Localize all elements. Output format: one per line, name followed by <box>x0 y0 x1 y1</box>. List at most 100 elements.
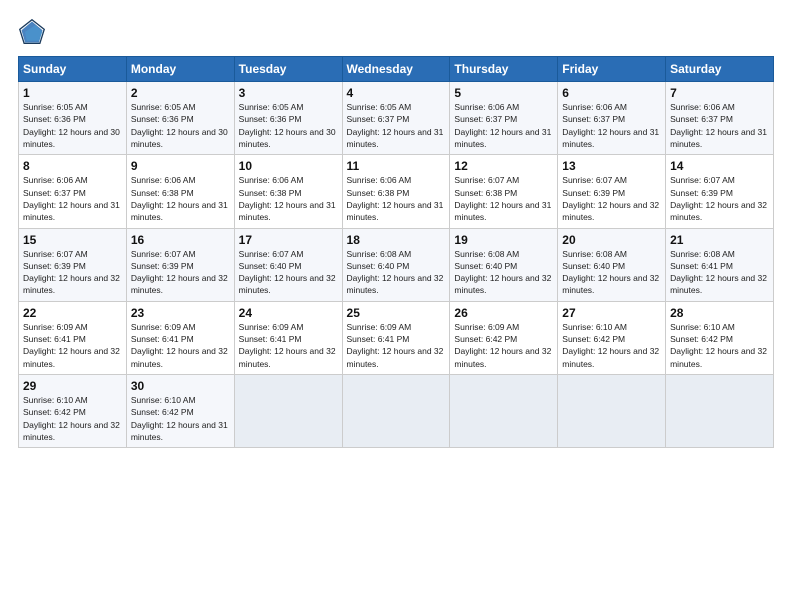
day-info: Sunrise: 6:07 AM Sunset: 6:40 PM Dayligh… <box>239 248 338 297</box>
sunset-label: Sunset: 6:41 PM <box>347 334 410 344</box>
daylight-label: Daylight: 12 hours and 31 minutes. <box>670 127 767 149</box>
calendar-day-cell: 27 Sunrise: 6:10 AM Sunset: 6:42 PM Dayl… <box>558 301 666 374</box>
day-info: Sunrise: 6:09 AM Sunset: 6:41 PM Dayligh… <box>23 321 122 370</box>
sunrise-label: Sunrise: 6:09 AM <box>239 322 304 332</box>
day-number: 23 <box>131 306 230 320</box>
calendar-day-cell: 7 Sunrise: 6:06 AM Sunset: 6:37 PM Dayli… <box>666 82 774 155</box>
calendar-day-cell: 10 Sunrise: 6:06 AM Sunset: 6:38 PM Dayl… <box>234 155 342 228</box>
header-row: SundayMondayTuesdayWednesdayThursdayFrid… <box>19 57 774 82</box>
daylight-label: Daylight: 12 hours and 30 minutes. <box>239 127 336 149</box>
calendar-day-cell: 6 Sunrise: 6:06 AM Sunset: 6:37 PM Dayli… <box>558 82 666 155</box>
day-number: 29 <box>23 379 122 393</box>
daylight-label: Daylight: 12 hours and 32 minutes. <box>23 346 120 368</box>
daylight-label: Daylight: 12 hours and 32 minutes. <box>23 273 120 295</box>
sunrise-label: Sunrise: 6:07 AM <box>670 175 735 185</box>
day-info: Sunrise: 6:06 AM Sunset: 6:38 PM Dayligh… <box>347 174 446 223</box>
day-info: Sunrise: 6:10 AM Sunset: 6:42 PM Dayligh… <box>670 321 769 370</box>
day-of-week-header: Monday <box>126 57 234 82</box>
day-info: Sunrise: 6:06 AM Sunset: 6:37 PM Dayligh… <box>562 101 661 150</box>
day-number: 4 <box>347 86 446 100</box>
day-info: Sunrise: 6:05 AM Sunset: 6:36 PM Dayligh… <box>131 101 230 150</box>
daylight-label: Daylight: 12 hours and 31 minutes. <box>454 200 551 222</box>
day-number: 21 <box>670 233 769 247</box>
day-info: Sunrise: 6:05 AM Sunset: 6:36 PM Dayligh… <box>239 101 338 150</box>
calendar-header: SundayMondayTuesdayWednesdayThursdayFrid… <box>19 57 774 82</box>
calendar-day-cell: 21 Sunrise: 6:08 AM Sunset: 6:41 PM Dayl… <box>666 228 774 301</box>
day-number: 18 <box>347 233 446 247</box>
calendar-day-cell: 4 Sunrise: 6:05 AM Sunset: 6:37 PM Dayli… <box>342 82 450 155</box>
day-number: 3 <box>239 86 338 100</box>
daylight-label: Daylight: 12 hours and 32 minutes. <box>670 200 767 222</box>
sunrise-label: Sunrise: 6:09 AM <box>23 322 88 332</box>
day-info: Sunrise: 6:06 AM Sunset: 6:38 PM Dayligh… <box>239 174 338 223</box>
calendar-day-cell: 20 Sunrise: 6:08 AM Sunset: 6:40 PM Dayl… <box>558 228 666 301</box>
sunset-label: Sunset: 6:36 PM <box>239 114 302 124</box>
day-number: 25 <box>347 306 446 320</box>
sunrise-label: Sunrise: 6:05 AM <box>239 102 304 112</box>
sunrise-label: Sunrise: 6:10 AM <box>562 322 627 332</box>
sunrise-label: Sunrise: 6:07 AM <box>562 175 627 185</box>
day-info: Sunrise: 6:10 AM Sunset: 6:42 PM Dayligh… <box>23 394 122 443</box>
sunset-label: Sunset: 6:36 PM <box>131 114 194 124</box>
calendar-day-cell: 24 Sunrise: 6:09 AM Sunset: 6:41 PM Dayl… <box>234 301 342 374</box>
sunrise-label: Sunrise: 6:09 AM <box>454 322 519 332</box>
sunset-label: Sunset: 6:42 PM <box>131 407 194 417</box>
daylight-label: Daylight: 12 hours and 32 minutes. <box>562 273 659 295</box>
day-info: Sunrise: 6:10 AM Sunset: 6:42 PM Dayligh… <box>131 394 230 443</box>
daylight-label: Daylight: 12 hours and 32 minutes. <box>239 273 336 295</box>
sunrise-label: Sunrise: 6:06 AM <box>131 175 196 185</box>
day-info: Sunrise: 6:05 AM Sunset: 6:37 PM Dayligh… <box>347 101 446 150</box>
sunrise-label: Sunrise: 6:09 AM <box>347 322 412 332</box>
sunrise-label: Sunrise: 6:06 AM <box>23 175 88 185</box>
daylight-label: Daylight: 12 hours and 31 minutes. <box>131 200 228 222</box>
day-info: Sunrise: 6:07 AM Sunset: 6:39 PM Dayligh… <box>562 174 661 223</box>
calendar-day-cell: 28 Sunrise: 6:10 AM Sunset: 6:42 PM Dayl… <box>666 301 774 374</box>
calendar-week-row: 1 Sunrise: 6:05 AM Sunset: 6:36 PM Dayli… <box>19 82 774 155</box>
sunrise-label: Sunrise: 6:08 AM <box>670 249 735 259</box>
sunset-label: Sunset: 6:38 PM <box>454 188 517 198</box>
day-number: 13 <box>562 159 661 173</box>
calendar-week-row: 15 Sunrise: 6:07 AM Sunset: 6:39 PM Dayl… <box>19 228 774 301</box>
day-number: 20 <box>562 233 661 247</box>
day-info: Sunrise: 6:09 AM Sunset: 6:41 PM Dayligh… <box>347 321 446 370</box>
daylight-label: Daylight: 12 hours and 30 minutes. <box>23 127 120 149</box>
sunrise-label: Sunrise: 6:06 AM <box>239 175 304 185</box>
calendar-day-cell: 16 Sunrise: 6:07 AM Sunset: 6:39 PM Dayl… <box>126 228 234 301</box>
daylight-label: Daylight: 12 hours and 31 minutes. <box>239 200 336 222</box>
calendar-day-cell: 26 Sunrise: 6:09 AM Sunset: 6:42 PM Dayl… <box>450 301 558 374</box>
sunrise-label: Sunrise: 6:06 AM <box>670 102 735 112</box>
daylight-label: Daylight: 12 hours and 31 minutes. <box>347 200 444 222</box>
sunset-label: Sunset: 6:38 PM <box>347 188 410 198</box>
calendar-day-cell <box>558 375 666 448</box>
header <box>18 18 774 46</box>
day-number: 26 <box>454 306 553 320</box>
day-number: 14 <box>670 159 769 173</box>
day-info: Sunrise: 6:07 AM Sunset: 6:39 PM Dayligh… <box>670 174 769 223</box>
sunset-label: Sunset: 6:36 PM <box>23 114 86 124</box>
day-info: Sunrise: 6:10 AM Sunset: 6:42 PM Dayligh… <box>562 321 661 370</box>
day-info: Sunrise: 6:06 AM Sunset: 6:37 PM Dayligh… <box>454 101 553 150</box>
day-info: Sunrise: 6:08 AM Sunset: 6:40 PM Dayligh… <box>454 248 553 297</box>
daylight-label: Daylight: 12 hours and 32 minutes. <box>670 346 767 368</box>
sunset-label: Sunset: 6:37 PM <box>670 114 733 124</box>
sunset-label: Sunset: 6:39 PM <box>562 188 625 198</box>
calendar-day-cell: 9 Sunrise: 6:06 AM Sunset: 6:38 PM Dayli… <box>126 155 234 228</box>
sunrise-label: Sunrise: 6:07 AM <box>454 175 519 185</box>
daylight-label: Daylight: 12 hours and 31 minutes. <box>23 200 120 222</box>
calendar-day-cell: 11 Sunrise: 6:06 AM Sunset: 6:38 PM Dayl… <box>342 155 450 228</box>
sunset-label: Sunset: 6:42 PM <box>454 334 517 344</box>
day-number: 19 <box>454 233 553 247</box>
daylight-label: Daylight: 12 hours and 30 minutes. <box>131 127 228 149</box>
daylight-label: Daylight: 12 hours and 32 minutes. <box>670 273 767 295</box>
daylight-label: Daylight: 12 hours and 31 minutes. <box>131 420 228 442</box>
day-info: Sunrise: 6:05 AM Sunset: 6:36 PM Dayligh… <box>23 101 122 150</box>
day-number: 11 <box>347 159 446 173</box>
calendar-day-cell: 17 Sunrise: 6:07 AM Sunset: 6:40 PM Dayl… <box>234 228 342 301</box>
day-number: 30 <box>131 379 230 393</box>
calendar-day-cell: 30 Sunrise: 6:10 AM Sunset: 6:42 PM Dayl… <box>126 375 234 448</box>
sunrise-label: Sunrise: 6:05 AM <box>23 102 88 112</box>
day-of-week-header: Tuesday <box>234 57 342 82</box>
day-info: Sunrise: 6:06 AM Sunset: 6:38 PM Dayligh… <box>131 174 230 223</box>
sunrise-label: Sunrise: 6:10 AM <box>670 322 735 332</box>
sunset-label: Sunset: 6:37 PM <box>562 114 625 124</box>
